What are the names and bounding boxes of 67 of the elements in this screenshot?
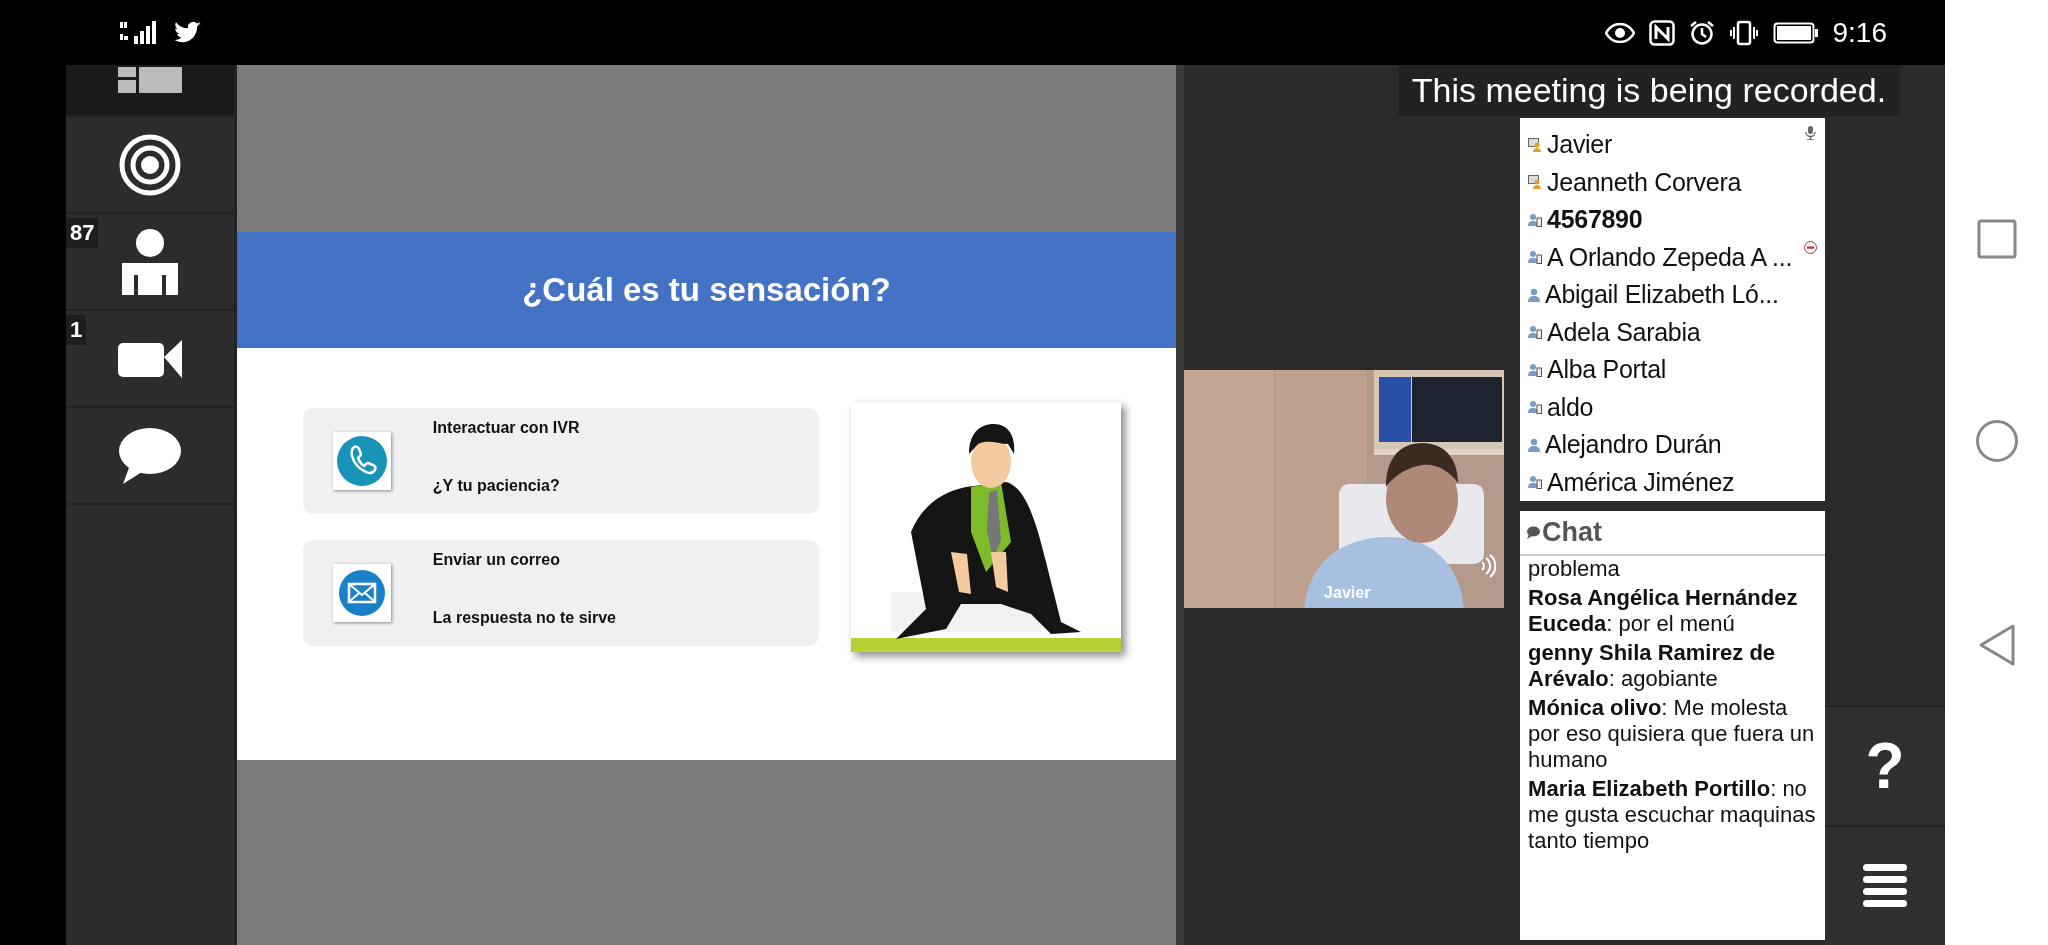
video-name-label: Javier	[1324, 584, 1371, 602]
card-subtitle: La respuesta no te sirve	[432, 609, 616, 627]
bird-icon	[174, 20, 202, 45]
user-phone-icon	[1528, 325, 1543, 340]
recents-icon[interactable]	[1976, 218, 2017, 259]
participant-name: Javier	[1547, 130, 1612, 160]
participant-name: A Orlando Zepeda A ...	[1547, 242, 1793, 272]
participant-row[interactable]: Alba Portal	[1528, 351, 1822, 389]
chat-bubble-icon	[1526, 526, 1541, 539]
chat-message: problema	[1528, 556, 1621, 582]
video-camera-icon	[117, 339, 182, 378]
battery-icon	[1772, 21, 1819, 44]
participant-row[interactable]: Javier	[1528, 126, 1822, 164]
participant-name: Adela Sarabia	[1547, 317, 1701, 347]
splitter-handle[interactable]	[1176, 65, 1185, 945]
participant-row[interactable]: Abigail Elizabeth Ló...	[1528, 276, 1822, 314]
chat-bubble-icon	[117, 426, 182, 485]
user-phone-icon	[1528, 250, 1543, 265]
count-badge: 87	[65, 218, 99, 248]
chat-title: Chat	[1542, 517, 1603, 548]
alarm-icon	[1688, 19, 1715, 46]
sidebar-item[interactable]: 87	[65, 214, 234, 311]
menu-button[interactable]	[1825, 825, 1946, 945]
participant-row[interactable]: Adela Sarabia	[1528, 313, 1822, 351]
home-icon[interactable]	[1974, 418, 2019, 463]
chat-message: Maria Elizabeth Portillo: no me gusta escuchar maquinas tanto tiempo	[1528, 776, 1817, 854]
target-icon	[118, 133, 181, 196]
eye-icon	[1604, 22, 1635, 43]
vibrate-icon	[1728, 19, 1759, 46]
nfc-icon	[1648, 19, 1675, 46]
participant-row[interactable]: América Jiménez	[1528, 463, 1822, 501]
participant-row[interactable]: 4567890	[1528, 201, 1822, 239]
user-icon	[1528, 437, 1541, 452]
participant-name: Alejandro Durán	[1545, 430, 1722, 460]
participant-name: 4567890	[1547, 205, 1643, 235]
sidebar-item[interactable]: 1	[65, 311, 234, 408]
participant-row[interactable]: A Orlando Zepeda A ...	[1528, 238, 1822, 276]
menu-icon	[1863, 864, 1908, 908]
envelope-icon	[337, 569, 386, 617]
user-phone-icon	[1528, 400, 1543, 415]
user-icon	[1528, 287, 1541, 302]
card-title: Enviar un correo	[432, 551, 561, 569]
person-icon	[119, 228, 180, 295]
participant-name: Abigail Elizabeth Ló...	[1545, 280, 1779, 310]
participant-row[interactable]: Jeanneth Corvera	[1528, 163, 1822, 201]
card-title: Interactuar con IVR	[432, 419, 580, 437]
phone-icon	[335, 435, 388, 487]
count-badge: 1	[65, 315, 87, 345]
sidebar-item[interactable]	[65, 65, 234, 117]
help-button[interactable]: ?	[1825, 705, 1946, 825]
user-phone-icon	[1528, 362, 1543, 377]
user-phone-icon	[1528, 212, 1543, 227]
slide-title: ¿Cuál es tu sensación?	[522, 271, 891, 309]
card-subtitle: ¿Y tu paciencia?	[432, 477, 561, 495]
participant-name: Jeanneth Corvera	[1547, 167, 1742, 197]
layout-icon	[117, 65, 182, 95]
participant-row[interactable]: aldo	[1528, 388, 1822, 426]
participant-name: aldo	[1547, 392, 1594, 422]
presenter-icon	[1528, 137, 1543, 152]
recording-notice: This meeting is being recorded.	[1397, 65, 1901, 116]
chat-message: genny Shila Ramirez de Arévalo: agobiante	[1528, 640, 1777, 692]
presenter-icon	[1528, 175, 1543, 190]
participant-row[interactable]: Alejandro Durán	[1528, 426, 1822, 464]
user-phone-icon	[1528, 475, 1543, 490]
participant-name: Alba Portal	[1547, 355, 1667, 385]
clock-time: 9:16	[1832, 16, 1887, 49]
participant-name: América Jiménez	[1547, 467, 1735, 497]
